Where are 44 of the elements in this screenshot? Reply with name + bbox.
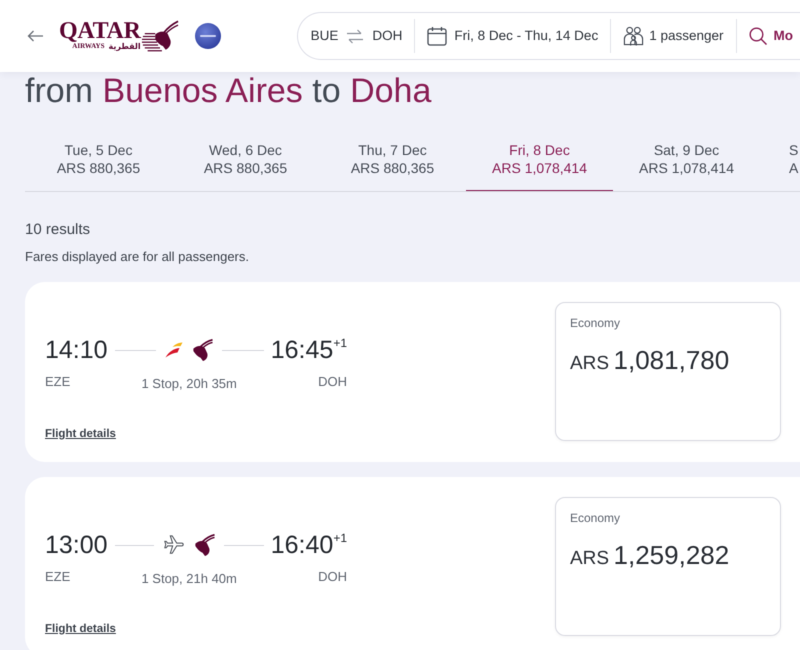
date-tab[interactable]: Wed, 6 Dec ARS 880,365 (172, 141, 319, 191)
people-icon (623, 25, 644, 47)
swoosh-logo-icon (165, 342, 184, 358)
fare-card[interactable]: Economy ARS 1,081,780 (555, 302, 781, 441)
oryx-icon (191, 338, 214, 362)
stops-duration: 1 Stop, 21h 40m (141, 570, 237, 588)
destination-code: DOH (318, 568, 347, 586)
dates-button[interactable]: Fri, 8 Dec - Thu, 14 Dec (427, 26, 598, 46)
destination-code: DOH (318, 373, 347, 391)
date-tab[interactable]: Tue, 5 Dec ARS 880,365 (25, 141, 172, 191)
date-tab[interactable]: Sat, 9 Dec ARS 1,078,414 (613, 141, 760, 191)
route-heading: from Buenos Aires to Doha (25, 72, 432, 110)
calendar-icon (427, 26, 448, 46)
flight-details-link[interactable]: Flight details (45, 622, 116, 637)
flight-details-link[interactable]: Flight details (45, 427, 116, 442)
origin-code: EZE (45, 568, 72, 586)
oryx-logo-icon (140, 20, 179, 52)
route-button[interactable]: BUE DOH (310, 26, 402, 46)
passengers-button[interactable]: 1 passenger (623, 25, 724, 47)
stops-duration: 1 Stop, 20h 35m (141, 375, 237, 393)
back-arrow-icon[interactable] (27, 30, 44, 42)
cabin-label: Economy (570, 511, 620, 526)
fare-price: ARS 1,081,780 (570, 344, 730, 377)
fares-note: Fares displayed are for all passengers. (25, 249, 250, 265)
arrival-time: 16:40$^{+1}$ (270, 530, 347, 560)
round-badge-icon (194, 23, 221, 49)
swap-icon (346, 28, 364, 44)
results-count: 10 results (25, 221, 90, 239)
modify-search-button[interactable]: Mo (748, 26, 794, 46)
cabin-label: Economy (570, 316, 620, 331)
search-icon (748, 27, 767, 45)
date-tab[interactable]: Thu, 7 Dec ARS 880,365 (319, 141, 466, 191)
fare-price: ARS 1,259,282 (570, 539, 730, 572)
date-tab[interactable]: S A (760, 141, 800, 191)
date-tab[interactable]: Fri, 8 Dec ARS 1,078,414 (466, 141, 613, 191)
arrival-time: 16:45$^{+1}$ (270, 335, 347, 365)
logo-wordmark: QATAR (59, 20, 141, 42)
plane-icon (163, 534, 186, 556)
fare-card[interactable]: Economy ARS 1,259,282 (555, 497, 781, 636)
departure-time: 13:00 (45, 530, 108, 560)
oryx-icon (193, 534, 216, 556)
origin-code: EZE (45, 373, 72, 391)
departure-time: 14:10 (45, 335, 108, 365)
logo-arabic-text: القطرية (108, 42, 141, 50)
